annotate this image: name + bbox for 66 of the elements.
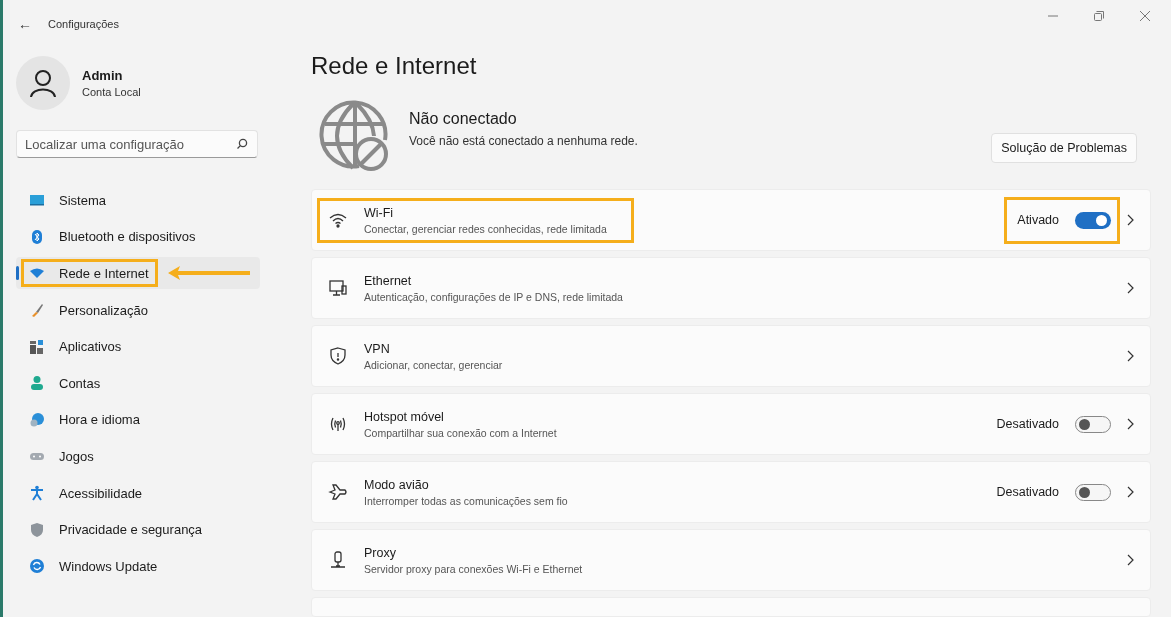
troubleshoot-button[interactable]: Solução de Problemas — [991, 133, 1137, 164]
system-icon — [29, 192, 45, 209]
setting-card[interactable]: Wi-Fi Conectar, gerenciar redes conhecidas, rede limitada Ativado — [311, 189, 1151, 251]
sidebar-item[interactable]: Acessibilidade — [16, 477, 260, 510]
sidebar-item[interactable]: Windows Update — [16, 550, 260, 583]
setting-card[interactable]: Hotspot móvel Compartilhar sua conexão com a Internet Desativado — [311, 393, 1151, 455]
setting-description: Servidor proxy para conexões Wi-Fi e Ethernet — [364, 562, 583, 575]
sidebar-item[interactable]: Rede e Internet — [16, 257, 260, 290]
account-name: Admin — [82, 68, 124, 83]
setting-card[interactable]: VPN Adicionar, conectar, gerenciar — [311, 325, 1151, 387]
globe-blocked-icon — [319, 100, 391, 173]
apps-icon — [29, 338, 45, 355]
setting-description: Conectar, gerenciar redes conhecidas, rede limitada — [364, 222, 607, 235]
shield-icon — [328, 346, 348, 366]
setting-description: Autenticação, configurações de IP e DNS, rede limitada — [364, 290, 623, 303]
toggle-state-label: Ativado — [1017, 213, 1059, 227]
search-field[interactable]: Localizar uma configuração — [16, 130, 258, 158]
setting-card[interactable]: Ethernet Autenticação, configurações de IP e DNS, rede limitada — [311, 257, 1151, 319]
chevron-right-icon — [1126, 554, 1134, 566]
account-type: Conta Local — [82, 86, 141, 98]
setting-title: Ethernet — [364, 273, 413, 288]
setting-title: Modo avião — [364, 477, 430, 492]
proxy-icon — [328, 550, 348, 570]
search-icon — [236, 138, 248, 150]
accessibility-icon — [29, 485, 45, 502]
setting-description: Compartilhar sua conexão com a Internet — [364, 426, 557, 439]
monitor-icon — [328, 278, 348, 298]
sidebar-item[interactable]: Contas — [16, 367, 260, 400]
sidebar-item[interactable]: Aplicativos — [16, 330, 260, 363]
globe-icon — [29, 411, 45, 428]
sidebar-item[interactable]: Privacidade e segurança — [16, 513, 260, 546]
status-description: Você não está conectado a nenhuma rede. — [409, 134, 638, 149]
close-icon[interactable] — [1139, 10, 1151, 23]
chevron-right-icon — [1126, 282, 1134, 294]
sidebar-item[interactable]: Sistema — [16, 184, 260, 217]
airplane-icon — [328, 482, 348, 502]
page-title: Rede e Internet — [311, 52, 478, 81]
chevron-right-icon — [1126, 350, 1134, 362]
shield-icon — [29, 521, 45, 538]
bluetooth-icon — [29, 228, 45, 245]
toggle-state-label: Desativado — [996, 417, 1059, 431]
sidebar-item[interactable]: Bluetooth e dispositivos — [16, 220, 260, 253]
update-icon — [29, 558, 45, 575]
setting-title: Hotspot móvel — [364, 409, 445, 424]
setting-card[interactable]: Proxy Servidor proxy para conexões Wi-Fi e Ethernet — [311, 529, 1151, 591]
setting-description: Adicionar, conectar, gerenciar — [364, 358, 503, 371]
chevron-right-icon — [1126, 214, 1134, 226]
setting-card[interactable]: Modo avião Interromper todas as comunicações sem fio Desativado — [311, 461, 1151, 523]
back-button[interactable]: ← — [18, 16, 32, 32]
toggle-state-label: Desativado — [996, 485, 1059, 499]
status-title: Não conectado — [409, 110, 518, 129]
toggle-switch[interactable] — [1075, 415, 1111, 433]
sidebar-item[interactable]: Hora e idioma — [16, 403, 260, 436]
setting-description: Interromper todas as comunicações sem fio — [364, 494, 568, 507]
chevron-right-icon — [1126, 486, 1134, 498]
person-icon — [29, 375, 45, 392]
restore-icon[interactable] — [1093, 10, 1105, 23]
setting-title: Wi-Fi — [364, 205, 395, 220]
sidebar-item[interactable]: Jogos — [16, 440, 260, 473]
toggle-switch[interactable] — [1075, 483, 1111, 501]
setting-title: Proxy — [364, 545, 397, 560]
toggle-switch[interactable] — [1075, 211, 1111, 229]
sidebar-item[interactable]: Personalização — [16, 294, 260, 327]
setting-title: VPN — [364, 341, 391, 356]
chevron-right-icon — [1126, 418, 1134, 430]
window-title: Configurações — [48, 18, 119, 30]
